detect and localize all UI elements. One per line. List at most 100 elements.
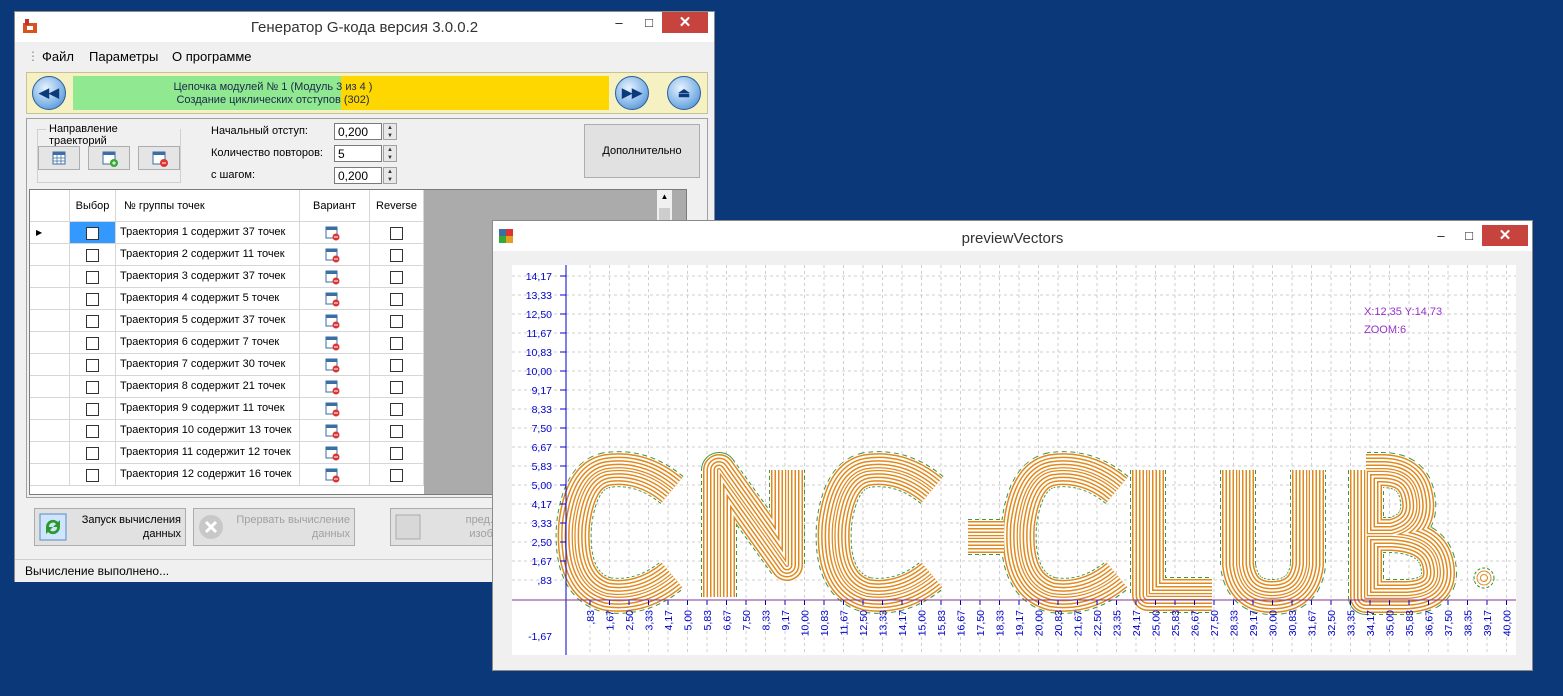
variant-icon[interactable] (325, 380, 341, 395)
variant-icon[interactable] (325, 314, 341, 329)
row-variant-cell[interactable] (300, 288, 370, 310)
row-select-cell[interactable] (70, 310, 116, 332)
table-row[interactable]: Траектория 4 содержит 5 точек (30, 288, 424, 310)
row-variant-cell[interactable] (300, 310, 370, 332)
main-titlebar[interactable]: Генератор G-кода версия 3.0.0.2 – □ ✕ (15, 12, 714, 42)
table-row[interactable]: ▶ Траектория 1 содержит 37 точек (30, 222, 424, 244)
menu-parameters[interactable]: Параметры (89, 49, 158, 64)
row-variant-cell[interactable] (300, 354, 370, 376)
back-button[interactable]: ◀◀ (32, 76, 66, 110)
row-select-cell[interactable] (70, 398, 116, 420)
table-row[interactable]: Траектория 12 содержит 16 точек (30, 464, 424, 486)
reverse-checkbox[interactable] (390, 447, 403, 460)
row-select-cell[interactable] (70, 354, 116, 376)
reverse-checkbox[interactable] (390, 315, 403, 328)
table-row[interactable]: Траектория 11 содержит 12 точек (30, 442, 424, 464)
reverse-checkbox[interactable] (390, 469, 403, 482)
row-variant-cell[interactable] (300, 332, 370, 354)
row-reverse-cell[interactable] (370, 420, 424, 442)
select-checkbox[interactable] (86, 315, 99, 328)
table-row[interactable]: Траектория 7 содержит 30 точек (30, 354, 424, 376)
table-row[interactable]: Траектория 10 содержит 13 точек (30, 420, 424, 442)
start-calc-button[interactable]: Запуск вычисления данных (34, 508, 186, 546)
reverse-checkbox[interactable] (390, 381, 403, 394)
select-checkbox[interactable] (86, 271, 99, 284)
eject-button[interactable]: ⏏ (667, 76, 701, 110)
row-variant-cell[interactable] (300, 420, 370, 442)
row-reverse-cell[interactable] (370, 266, 424, 288)
maximize-button[interactable]: □ (636, 12, 662, 33)
row-reverse-cell[interactable] (370, 376, 424, 398)
variant-icon[interactable] (325, 468, 341, 483)
select-checkbox[interactable] (86, 381, 99, 394)
preview-button[interactable]: пред.п изобр (390, 508, 502, 546)
table-row[interactable]: Траектория 5 содержит 37 точек (30, 310, 424, 332)
preview-plot[interactable]: 14,17 13,33 12,50 11,67 10,83 10,00 9,17 8,33 7,… (512, 265, 1516, 655)
variant-icon[interactable] (325, 358, 341, 373)
header-reverse[interactable]: Reverse (370, 190, 424, 222)
direction-default-button[interactable] (38, 146, 80, 170)
select-checkbox[interactable] (86, 249, 99, 262)
table-row[interactable]: Траектория 2 содержит 11 точек (30, 244, 424, 266)
reverse-checkbox[interactable] (390, 337, 403, 350)
reverse-checkbox[interactable] (390, 403, 403, 416)
start-offset-spinner[interactable]: ▲ ▼ (383, 123, 397, 140)
row-select-cell[interactable] (70, 442, 116, 464)
forward-button[interactable]: ▶▶ (615, 76, 649, 110)
row-select-cell[interactable] (70, 222, 116, 244)
start-offset-input[interactable]: 0,200 (334, 123, 382, 140)
row-variant-cell[interactable] (300, 464, 370, 486)
scroll-up-icon[interactable]: ▲ (659, 192, 670, 204)
row-reverse-cell[interactable] (370, 398, 424, 420)
variant-icon[interactable] (325, 226, 341, 241)
row-select-cell[interactable] (70, 266, 116, 288)
preview-minimize-button[interactable]: – (1428, 225, 1454, 246)
direction-remove-button[interactable] (138, 146, 180, 170)
table-row[interactable]: Траектория 6 содержит 7 точек (30, 332, 424, 354)
variant-icon[interactable] (325, 270, 341, 285)
select-checkbox[interactable] (86, 359, 99, 372)
row-select-cell[interactable] (70, 288, 116, 310)
variant-icon[interactable] (325, 248, 341, 263)
select-checkbox[interactable] (86, 337, 99, 350)
preview-titlebar[interactable]: previewVectors – □ ✕ (493, 221, 1532, 251)
row-variant-cell[interactable] (300, 376, 370, 398)
row-variant-cell[interactable] (300, 244, 370, 266)
row-reverse-cell[interactable] (370, 442, 424, 464)
reverse-checkbox[interactable] (390, 227, 403, 240)
row-select-cell[interactable] (70, 376, 116, 398)
reverse-checkbox[interactable] (390, 249, 403, 262)
select-checkbox[interactable] (86, 425, 99, 438)
select-checkbox[interactable] (86, 403, 99, 416)
table-row[interactable]: Траектория 3 содержит 37 точек (30, 266, 424, 288)
row-reverse-cell[interactable] (370, 288, 424, 310)
row-reverse-cell[interactable] (370, 354, 424, 376)
select-checkbox[interactable] (86, 447, 99, 460)
reverse-checkbox[interactable] (390, 359, 403, 372)
preview-close-button[interactable]: ✕ (1482, 225, 1528, 246)
row-reverse-cell[interactable] (370, 222, 424, 244)
menu-about[interactable]: О программе (172, 49, 252, 64)
variant-icon[interactable] (325, 424, 341, 439)
close-button[interactable]: ✕ (662, 12, 708, 33)
reverse-checkbox[interactable] (390, 271, 403, 284)
minimize-button[interactable]: – (606, 12, 632, 33)
variant-icon[interactable] (325, 402, 341, 417)
select-checkbox[interactable] (86, 469, 99, 482)
select-checkbox[interactable] (86, 227, 99, 240)
step-spinner[interactable]: ▲ ▼ (383, 167, 397, 184)
menu-file[interactable]: Файл (42, 49, 74, 64)
stop-calc-button[interactable]: Прервать вычисление данных (193, 508, 355, 546)
row-select-cell[interactable] (70, 332, 116, 354)
repeats-input[interactable]: 5 (334, 145, 382, 162)
row-reverse-cell[interactable] (370, 310, 424, 332)
repeats-spinner[interactable]: ▲ ▼ (383, 145, 397, 162)
header-variant[interactable]: Вариант (300, 190, 370, 222)
row-variant-cell[interactable] (300, 222, 370, 244)
row-reverse-cell[interactable] (370, 244, 424, 266)
variant-icon[interactable] (325, 446, 341, 461)
table-row[interactable]: Траектория 8 содержит 21 точек (30, 376, 424, 398)
reverse-checkbox[interactable] (390, 293, 403, 306)
row-reverse-cell[interactable] (370, 464, 424, 486)
preview-maximize-button[interactable]: □ (1456, 225, 1482, 246)
